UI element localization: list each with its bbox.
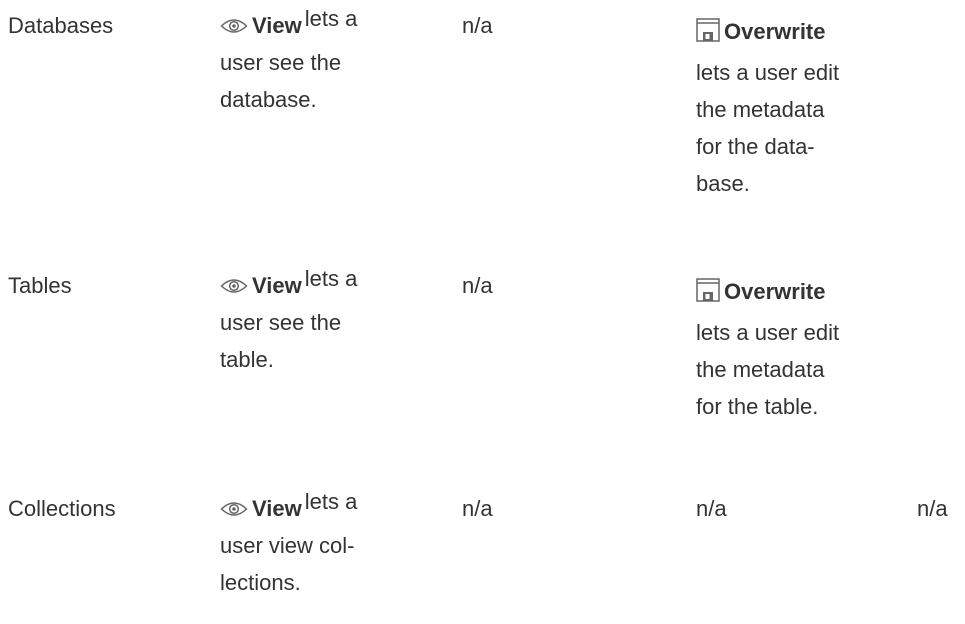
na-value: n/a	[462, 273, 493, 298]
save-icon	[696, 16, 720, 53]
view-description-line: user view col-	[220, 533, 355, 558]
overwrite-description-line: the metadata	[696, 357, 825, 382]
content-type-cell: Collections	[8, 490, 188, 527]
overwrite-description-line: lets a user edit	[696, 60, 840, 85]
eye-icon	[220, 9, 248, 46]
overwrite-label: Overwrite	[724, 19, 826, 44]
overwrite-description-line: base.	[696, 171, 750, 196]
view-capability-cell: View lets a user see the table.	[220, 266, 435, 378]
overwrite-label: Overwrite	[724, 279, 826, 304]
eye-icon	[220, 492, 248, 529]
eye-icon	[220, 269, 248, 306]
view-description-line: user see the	[220, 50, 342, 75]
view-description-line: table.	[220, 347, 274, 372]
view-description-line: lections.	[220, 570, 301, 595]
save-icon	[696, 276, 720, 313]
na-value: n/a	[462, 496, 493, 521]
overwrite-capability-cell: Overwrite lets a user edit the metadata …	[696, 7, 896, 202]
view-capability-cell: View lets a user see the database.	[220, 6, 435, 118]
overwrite-description-line: lets a user edit	[696, 320, 840, 345]
view-permission: View lets a	[220, 6, 435, 46]
na-value: n/a	[917, 496, 948, 521]
view-permission: View lets a	[220, 266, 435, 306]
overwrite-description-line: for the data-	[696, 134, 815, 159]
overwrite-permission: Overwrite	[696, 273, 896, 310]
view-description-line: user see the	[220, 310, 342, 335]
na-cell: n/a	[462, 490, 662, 527]
content-type-label: Databases	[8, 13, 114, 38]
view-lead-text: lets a	[304, 489, 358, 514]
view-label: View	[252, 496, 302, 521]
view-permission: View lets a	[220, 489, 435, 529]
view-lead-text: lets a	[304, 266, 358, 291]
view-capability-cell: View lets a user view col- lections.	[220, 489, 435, 601]
content-type-label: Tables	[8, 273, 72, 298]
view-description-line: database.	[220, 87, 317, 112]
na-cell: n/a	[462, 267, 662, 304]
overwrite-description-line: for the table.	[696, 394, 819, 419]
overwrite-capability-cell: Overwrite lets a user edit the metadata …	[696, 267, 896, 425]
overwrite-permission: Overwrite	[696, 13, 896, 50]
content-type-cell: Databases	[8, 7, 188, 44]
na-cell: n/a	[696, 490, 896, 527]
content-type-cell: Tables	[8, 267, 188, 304]
content-type-label: Collections	[8, 496, 116, 521]
na-cell: n/a	[462, 7, 662, 44]
na-value: n/a	[696, 496, 727, 521]
na-cell: n/a	[917, 490, 965, 527]
na-value: n/a	[462, 13, 493, 38]
view-lead-text: lets a	[304, 6, 358, 31]
view-label: View	[252, 13, 302, 38]
overwrite-description-line: the metadata	[696, 97, 825, 122]
view-label: View	[252, 273, 302, 298]
